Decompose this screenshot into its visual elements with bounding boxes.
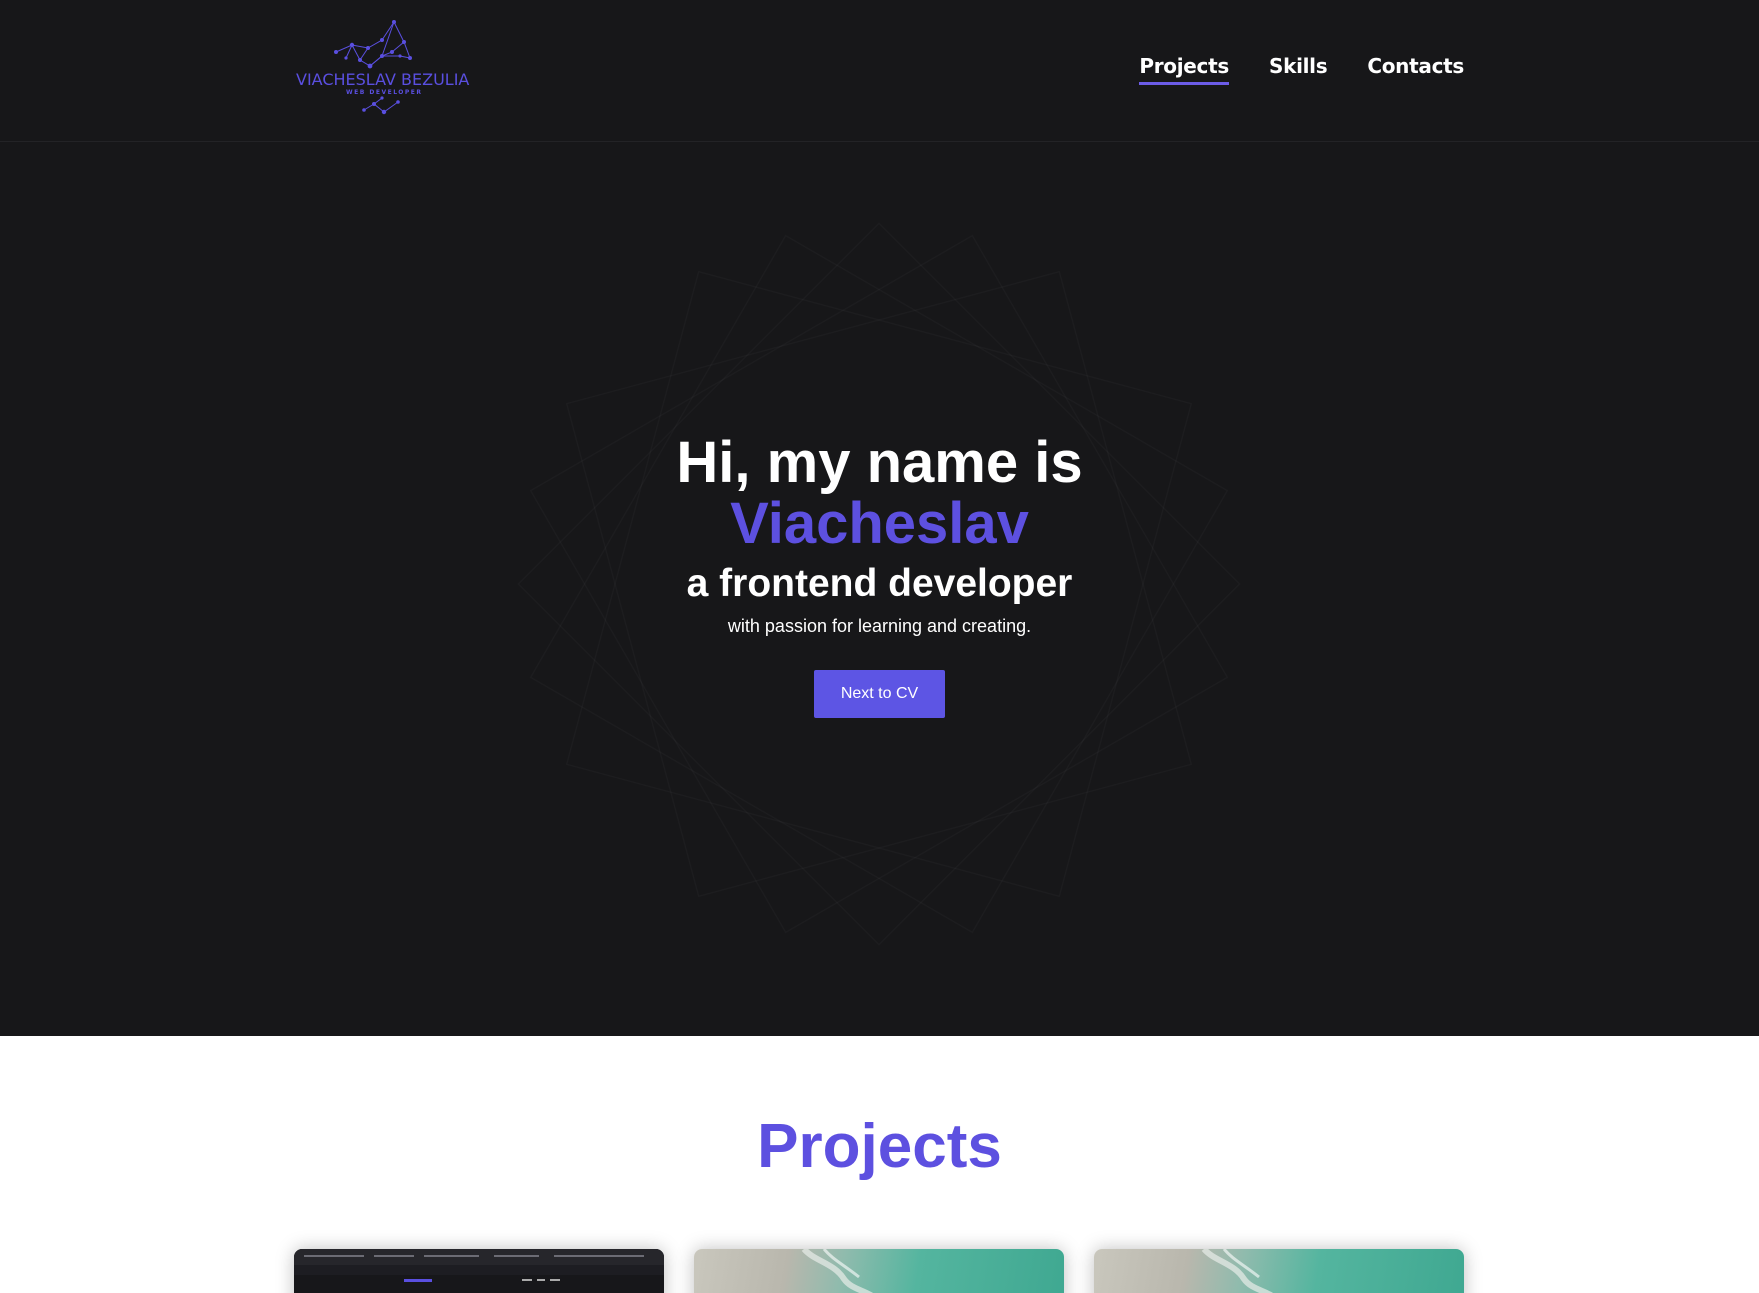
project-card[interactable] (694, 1249, 1064, 1293)
project-thumbnail (694, 1249, 1064, 1293)
project-card[interactable] (294, 1249, 664, 1293)
next-to-cv-button[interactable]: Next to CV (813, 670, 946, 718)
hero-section: Hi, my name is Viacheslav a frontend dev… (0, 142, 1759, 1036)
logo-subtitle: WEB DEVELOPER (346, 89, 423, 96)
nav-item-contacts[interactable]: Contacts (1367, 54, 1464, 85)
hero-name: Viacheslav (730, 491, 1029, 556)
hero-tagline: with passion for learning and creating. (727, 616, 1032, 636)
project-thumbnail (294, 1249, 664, 1265)
projects-section: Projects (0, 1036, 1759, 1293)
hero-role: a frontend developer (686, 562, 1073, 605)
beach-wave-image-icon (1201, 1249, 1273, 1293)
site-header: VIACHESLAV BEZULIA WEB DEVELOPER Project… (0, 0, 1759, 142)
nav-item-projects[interactable]: Projects (1139, 54, 1229, 85)
main-nav: Projects Skills Contacts (1139, 54, 1464, 85)
hero-content: Hi, my name is Viacheslav a frontend dev… (0, 432, 1759, 718)
site-logo[interactable]: VIACHESLAV BEZULIA WEB DEVELOPER (290, 16, 480, 124)
beach-wave-image-icon (801, 1249, 873, 1293)
logo-name: VIACHESLAV BEZULIA (296, 70, 470, 89)
project-card[interactable] (1094, 1249, 1464, 1293)
project-thumbnail (1094, 1249, 1464, 1293)
nav-item-skills[interactable]: Skills (1269, 54, 1328, 85)
portfolio-page: VIACHESLAV BEZULIA WEB DEVELOPER Project… (0, 0, 1759, 1293)
hero-greeting: Hi, my name is (676, 430, 1083, 495)
projects-heading: Projects (757, 1112, 1002, 1181)
